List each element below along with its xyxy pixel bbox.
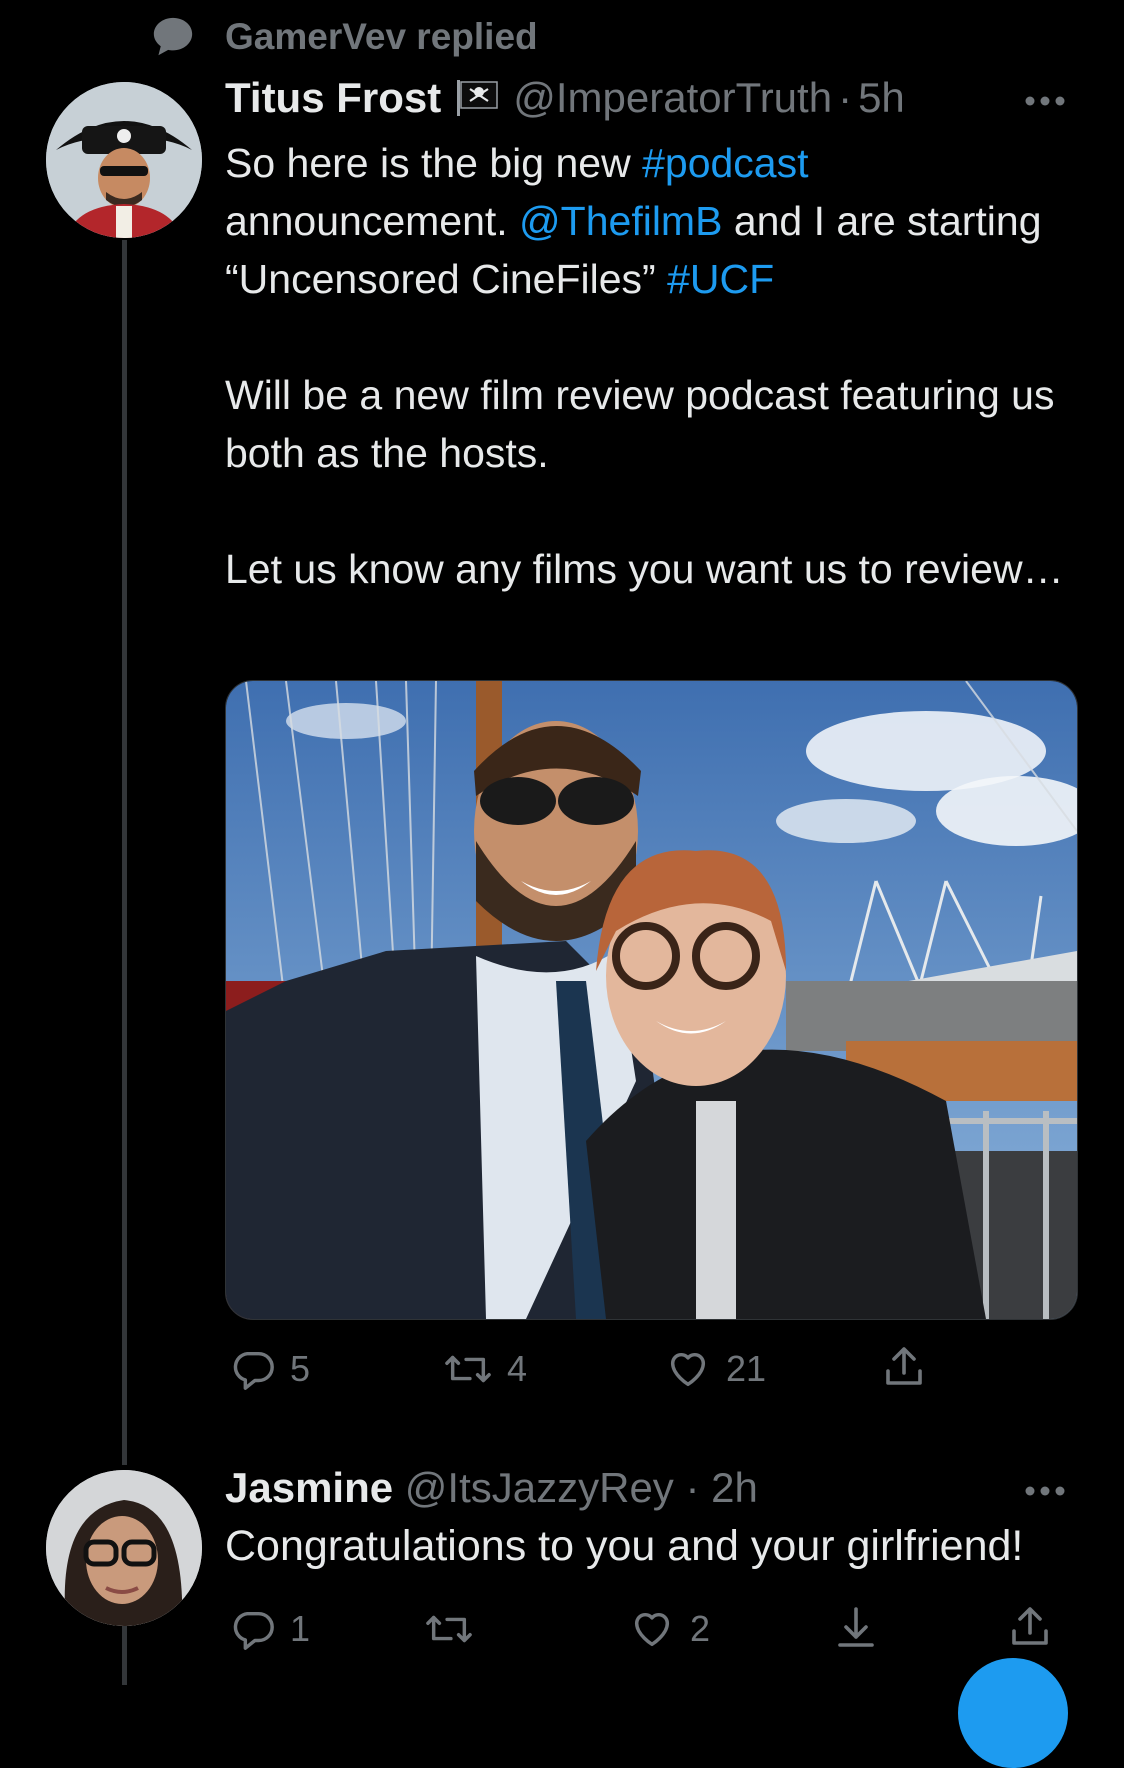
separator-dot: · bbox=[838, 74, 853, 121]
retweet-icon bbox=[426, 1615, 472, 1643]
retweet-count: 4 bbox=[507, 1348, 528, 1389]
reply-author-handle[interactable]: @ItsJazzyRey bbox=[405, 1464, 674, 1511]
pirate-flag-icon bbox=[455, 79, 499, 117]
reply-retweet-button[interactable] bbox=[424, 1606, 488, 1652]
reply-download-button[interactable] bbox=[832, 1602, 880, 1652]
reply-icon bbox=[233, 1611, 274, 1650]
mention-thefilmb[interactable]: @ThefilmB bbox=[519, 198, 722, 244]
reply-like-button[interactable]: 2 bbox=[628, 1606, 710, 1652]
reply-text: Congratulations to you and your girlfrie… bbox=[225, 1522, 1024, 1570]
tweet-paragraph-3: Let us know any films you want us to rev… bbox=[225, 546, 1064, 592]
reply-reply-button[interactable]: 1 bbox=[230, 1606, 310, 1652]
share-icon bbox=[886, 1347, 922, 1385]
heart-icon bbox=[670, 1352, 706, 1387]
reply-reply-count: 1 bbox=[290, 1608, 311, 1649]
tweet-header: Titus Frost @ImperatorTruth · 5h bbox=[225, 74, 905, 122]
reply-time[interactable]: 2h bbox=[711, 1464, 758, 1511]
share-icon bbox=[1012, 1607, 1048, 1645]
tweet-time[interactable]: 5h bbox=[858, 74, 905, 122]
separator-dot: · bbox=[685, 1464, 700, 1511]
reply-bubble-icon bbox=[153, 17, 193, 56]
retweet-button[interactable]: 4 bbox=[443, 1346, 527, 1392]
compose-fab[interactable] bbox=[958, 1658, 1068, 1768]
hashtag-ucf[interactable]: #UCF bbox=[667, 256, 774, 302]
tweet-paragraph-1: So here is the big new #podcast announce… bbox=[225, 140, 1042, 302]
avatar-jasmine[interactable] bbox=[46, 1470, 202, 1626]
thread-line-continuation bbox=[122, 1625, 127, 1685]
tweet-photo[interactable] bbox=[225, 680, 1078, 1320]
like-count: 21 bbox=[726, 1348, 767, 1389]
hashtag-podcast[interactable]: #podcast bbox=[642, 140, 808, 186]
reply-share-button[interactable] bbox=[1006, 1602, 1054, 1652]
tweet-text: So here is the big new #podcast announce… bbox=[225, 134, 1075, 598]
download-icon bbox=[838, 1607, 874, 1647]
share-button[interactable] bbox=[880, 1342, 928, 1392]
more-icon[interactable] bbox=[1024, 94, 1066, 108]
retweet-icon bbox=[445, 1355, 491, 1383]
author-name[interactable]: Titus Frost bbox=[225, 74, 441, 122]
reply-context-label: GamerVev replied bbox=[225, 16, 538, 57]
tweet-paragraph-2: Will be a new film review podcast featur… bbox=[225, 372, 1055, 476]
reply-author-name[interactable]: Jasmine bbox=[225, 1464, 393, 1511]
reply-like-count: 2 bbox=[690, 1608, 711, 1649]
author-handle[interactable]: @ImperatorTruth bbox=[513, 74, 832, 122]
reply-count: 5 bbox=[290, 1348, 311, 1389]
thread-line bbox=[122, 240, 127, 1465]
reply-button[interactable]: 5 bbox=[230, 1346, 310, 1392]
reply-icon bbox=[233, 1351, 274, 1390]
reply-header: Jasmine @ItsJazzyRey · 2h bbox=[225, 1464, 758, 1512]
like-button[interactable]: 21 bbox=[664, 1346, 766, 1392]
more-icon[interactable] bbox=[1024, 1484, 1066, 1498]
heart-icon bbox=[634, 1612, 670, 1647]
avatar-titus-frost[interactable] bbox=[46, 82, 202, 238]
